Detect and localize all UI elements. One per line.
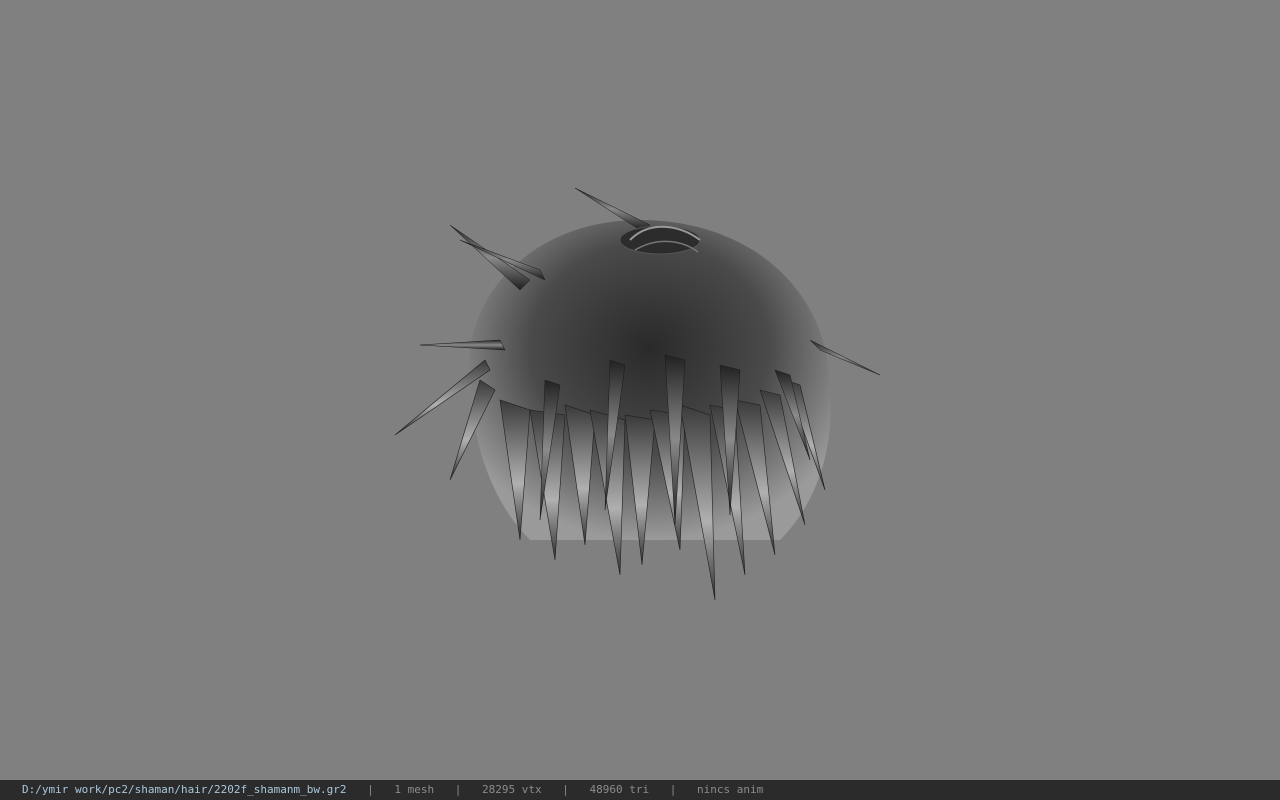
status-separator: | xyxy=(454,783,462,796)
status-separator: | xyxy=(367,783,374,796)
triangle-count-label: 48960 tri xyxy=(589,783,650,796)
status-bar: D:/ymir work/pc2/shaman/hair/2202f_shama… xyxy=(0,780,1280,800)
mesh-count-label: 1 mesh xyxy=(394,783,435,796)
status-separator: | xyxy=(562,783,569,796)
vertex-count-label: 28295 vtx xyxy=(482,783,542,796)
3d-viewport[interactable] xyxy=(0,0,1280,780)
status-separator: | xyxy=(669,783,677,796)
hair-mesh-icon xyxy=(394,187,881,601)
file-path-label: D:/ymir work/pc2/shaman/hair/2202f_shama… xyxy=(22,783,347,796)
animation-status-label: nincs anim xyxy=(696,783,764,796)
